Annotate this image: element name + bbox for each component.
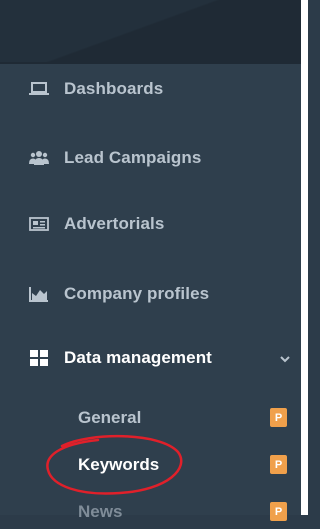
sidebar-item-dashboards[interactable]: Dashboards xyxy=(0,69,301,109)
sidebar-item-label: Company profiles xyxy=(64,284,210,303)
top-header-area xyxy=(0,0,308,62)
sidebar-item-label: Lead Campaigns xyxy=(64,148,202,167)
page-edge xyxy=(301,0,308,515)
sidebar-item-data-management[interactable]: Data management xyxy=(0,338,301,378)
newspaper-icon xyxy=(28,213,50,235)
sidebar-item-company-profiles[interactable]: Company profiles xyxy=(0,274,301,314)
premium-badge: P xyxy=(270,502,287,521)
laptop-icon xyxy=(28,78,50,100)
submenu-item-label: General xyxy=(78,408,142,427)
sidebar-item-label: Data management xyxy=(64,348,212,367)
sidebar-item-advertorials[interactable]: Advertorials xyxy=(0,204,301,244)
submenu-item-general[interactable]: General P xyxy=(0,401,301,435)
area-chart-icon xyxy=(28,283,50,305)
sidebar-item-label: Dashboards xyxy=(64,79,164,98)
submenu-item-news[interactable]: News P xyxy=(0,495,301,529)
grid-icon xyxy=(28,347,50,369)
premium-badge: P xyxy=(270,455,287,474)
chevron-down-icon[interactable] xyxy=(278,351,292,365)
users-icon xyxy=(28,147,50,169)
sidebar-item-lead-campaigns[interactable]: Lead Campaigns xyxy=(0,138,301,178)
submenu-item-keywords[interactable]: Keywords P xyxy=(0,448,301,482)
submenu-item-label: Keywords xyxy=(78,455,160,474)
sidebar-item-label: Advertorials xyxy=(64,214,165,233)
premium-badge: P xyxy=(270,408,287,427)
header-shade xyxy=(0,0,308,62)
submenu-item-label: News xyxy=(78,502,123,521)
